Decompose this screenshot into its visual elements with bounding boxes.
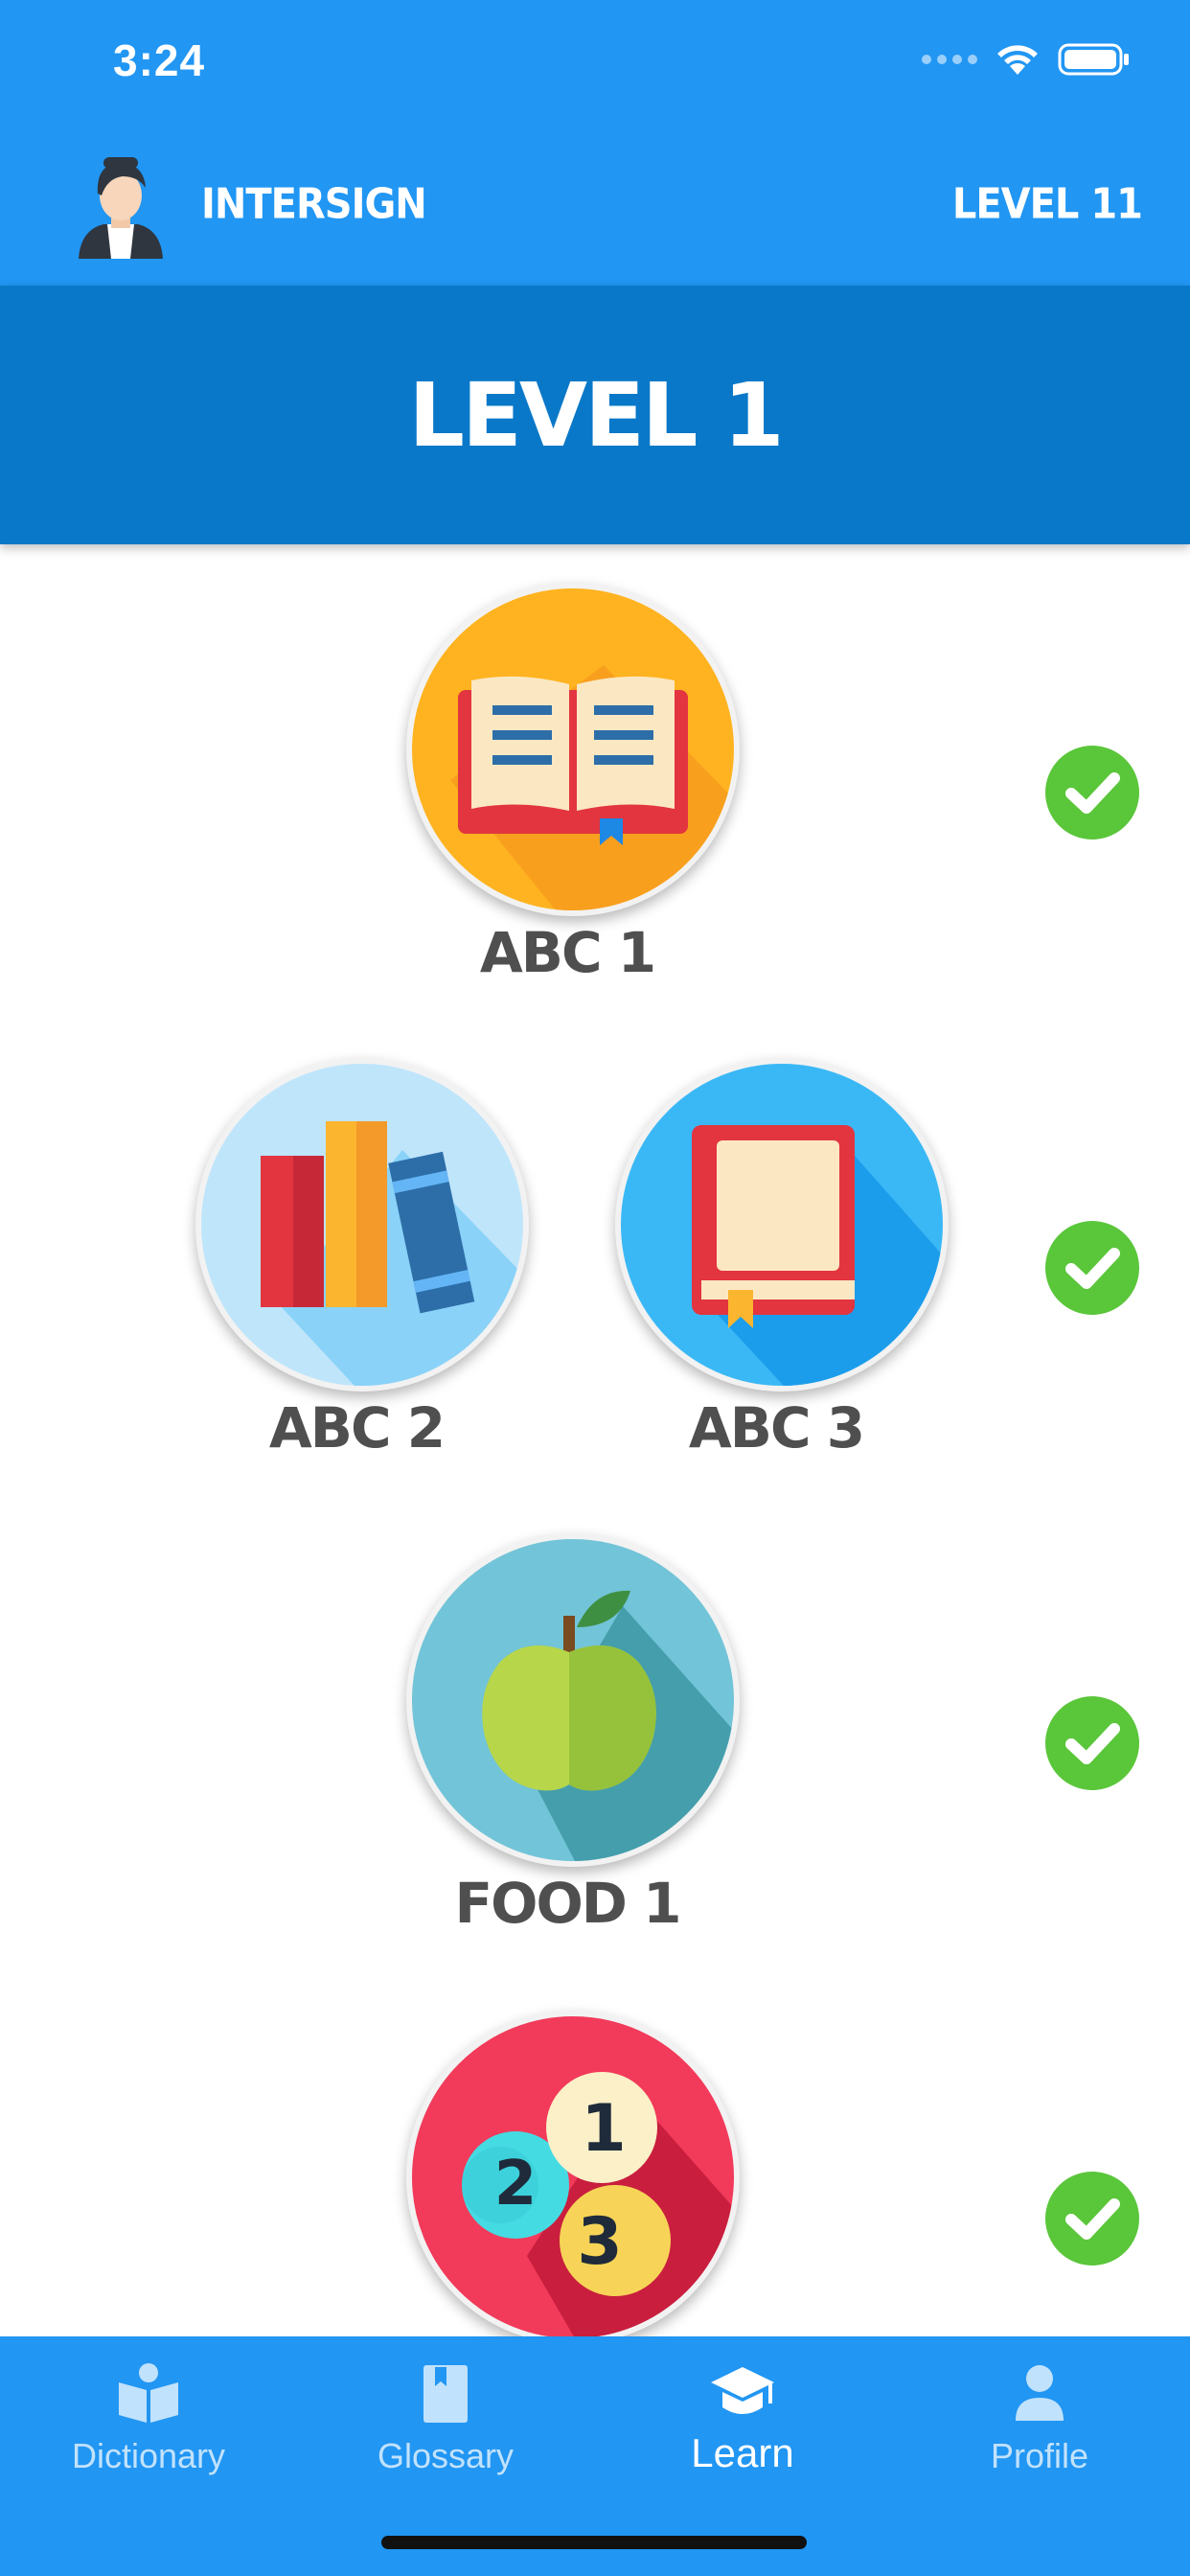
battery-icon [1058,43,1129,76]
lesson-abc-1-button[interactable] [406,583,740,916]
tab-dictionary[interactable]: Dictionary [0,2336,297,2499]
app-header: INTERSIGN LEVEL 11 [0,134,1190,286]
books-icon [261,1121,523,1386]
cellular-signal-icon [922,55,977,64]
lesson-abc-3-button[interactable] [615,1058,949,1392]
svg-text:1: 1 [581,2091,626,2167]
level-title: LEVEL 1 [408,364,784,467]
avatar-icon[interactable] [75,155,167,259]
tab-dictionary-label: Dictionary [71,2436,226,2475]
graduation-cap-icon [711,2367,774,2414]
tab-profile[interactable]: Profile [891,2336,1188,2499]
home-indicator[interactable] [381,2536,807,2549]
lesson-food-1-button[interactable] [406,1533,740,1867]
tab-learn-label: Learn [691,2430,794,2475]
lesson-abc-2-button[interactable] [195,1058,529,1392]
lesson-abc-3-label: ABC 3 [688,1395,865,1460]
status-icons [922,42,1131,77]
completed-check-icon [1045,1221,1139,1315]
svg-text:3: 3 [577,2204,622,2280]
tab-glossary[interactable]: Glossary [297,2336,594,2499]
tab-profile-label: Profile [990,2436,1089,2475]
status-time: 3:24 [113,35,206,85]
profile-person-icon [1016,2365,1064,2421]
glossary-book-icon [423,2365,468,2423]
numbers-icon: 2 3 1 [462,2072,734,2338]
closed-book-icon [692,1125,943,1386]
completed-check-icon [1045,2172,1139,2266]
tab-glossary-label: Glossary [377,2436,515,2475]
lesson-numbers-button[interactable]: 2 3 1 [406,2011,740,2344]
lesson-abc-2-label: ABC 2 [268,1395,446,1460]
app-name: INTERSIGN [201,179,427,229]
tab-learn[interactable]: Learn [594,2336,891,2499]
status-bar: 3:24 [0,0,1190,134]
svg-text:2: 2 [494,2149,538,2220]
lesson-abc-1-label: ABC 1 [479,920,656,985]
apple-icon [482,1590,734,1861]
wifi-icon [997,45,1038,75]
user-level: LEVEL 11 [951,179,1143,229]
level-banner: LEVEL 1 [0,286,1190,544]
completed-check-icon [1045,1696,1139,1790]
open-book-icon [450,665,734,910]
dictionary-icon [119,2363,178,2423]
lesson-food-1-label: FOOD 1 [454,1871,682,1936]
completed-check-icon [1045,746,1139,840]
